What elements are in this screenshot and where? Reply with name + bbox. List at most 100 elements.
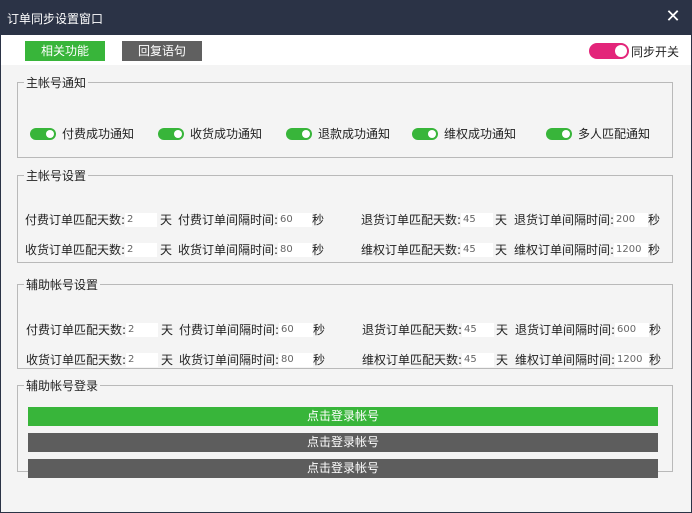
field-input[interactable]: 2 — [125, 213, 158, 227]
field-label: 付费订单匹配天数: — [26, 323, 127, 337]
field-input[interactable]: 1200 — [614, 243, 649, 257]
notify-item-paid: 付费成功通知 — [30, 125, 134, 142]
field-unit: 天 — [495, 213, 508, 227]
field-label: 退货订单匹配天数: — [362, 323, 463, 337]
field-unit: 秒 — [648, 213, 661, 227]
main-notify-legend: 主帐号通知 — [26, 76, 87, 90]
login-button-3[interactable]: 点击登录帐号 — [28, 459, 658, 478]
sync-switch-group: 同步开关 — [588, 42, 679, 60]
setting-field: 退货订单间隔时间: 600 秒 — [515, 322, 661, 338]
tab-bar: 相关功能 回复语句 同步开关 — [1, 35, 691, 65]
setting-field: 退货订单匹配天数: 45 天 — [361, 212, 507, 228]
aux-settings-row-2: 收货订单匹配天数: 2 天 收货订单间隔时间: 80 秒 维权订单匹配天数: 4… — [18, 352, 672, 368]
field-input[interactable]: 2 — [125, 243, 158, 257]
aux-settings-group: 辅助帐号设置 付费订单匹配天数: 2 天 付费订单间隔时间: 60 秒 退货订单… — [17, 276, 673, 369]
setting-field: 付费订单匹配天数: 2 天 — [26, 322, 173, 338]
field-unit: 天 — [160, 213, 173, 227]
setting-field: 收货订单匹配天数: 2 天 — [25, 242, 172, 258]
notify-label-received: 收货成功通知 — [190, 127, 263, 141]
aux-login-group: 辅助帐号登录 点击登录帐号 点击登录帐号 点击登录帐号 — [17, 377, 673, 478]
field-input[interactable]: 60 — [279, 323, 314, 337]
main-settings-legend: 主帐号设置 — [26, 169, 87, 183]
notify-item-dispute: 维权成功通知 — [412, 125, 516, 142]
field-input[interactable]: 1200 — [615, 353, 650, 367]
toggle-knob — [614, 45, 627, 57]
field-label: 收货订单匹配天数: — [25, 243, 126, 257]
notify-label-refund: 退款成功通知 — [318, 127, 391, 141]
notify-toggle-dispute[interactable] — [412, 127, 438, 140]
window-title: 订单同步设置窗口 — [7, 12, 104, 26]
field-input[interactable]: 80 — [278, 243, 313, 257]
tab-reply-phrases[interactable]: 回复语句 — [122, 41, 202, 61]
settings-window: 订单同步设置窗口 ✕ 相关功能 回复语句 同步开关 主帐号通知 付费成功通知 收… — [0, 0, 692, 513]
field-input[interactable]: 45 — [461, 213, 494, 227]
field-label: 退货订单间隔时间: — [514, 213, 615, 227]
field-unit: 秒 — [649, 353, 662, 367]
setting-field: 付费订单匹配天数: 2 天 — [25, 212, 172, 228]
field-unit: 秒 — [313, 353, 326, 367]
title-bar[interactable]: 订单同步设置窗口 ✕ — [1, 1, 691, 35]
main-settings-group: 主帐号设置 付费订单匹配天数: 2 天 付费订单间隔时间: 60 秒 退货订单匹… — [17, 167, 673, 263]
setting-field: 收货订单间隔时间: 80 秒 — [178, 242, 324, 258]
field-label: 付费订单间隔时间: — [178, 213, 279, 227]
setting-field: 维权订单匹配天数: 45 天 — [362, 352, 508, 368]
field-input[interactable]: 45 — [461, 243, 494, 257]
field-input[interactable]: 80 — [279, 353, 314, 367]
field-input[interactable]: 2 — [126, 323, 159, 337]
setting-field: 付费订单间隔时间: 60 秒 — [179, 322, 325, 338]
sync-toggle-label: 同步开关 — [630, 44, 679, 59]
toggle-knob — [428, 129, 436, 138]
toggle-knob — [46, 129, 54, 138]
field-unit: 秒 — [313, 323, 326, 337]
field-unit: 天 — [495, 243, 508, 257]
field-label: 维权订单间隔时间: — [515, 353, 616, 367]
login-button-2[interactable]: 点击登录帐号 — [28, 433, 658, 452]
notify-label-multi-match: 多人匹配通知 — [578, 127, 651, 141]
notify-toggle-multi-match[interactable] — [546, 127, 572, 140]
login-button-1[interactable]: 点击登录帐号 — [28, 407, 658, 426]
notify-toggle-refund[interactable] — [286, 127, 312, 140]
field-unit: 秒 — [312, 213, 325, 227]
notify-label-paid: 付费成功通知 — [62, 127, 135, 141]
notify-item-refund: 退款成功通知 — [286, 125, 390, 142]
field-unit: 天 — [496, 323, 509, 337]
field-label: 收货订单匹配天数: — [26, 353, 127, 367]
close-icon[interactable]: ✕ — [663, 7, 683, 27]
field-unit: 秒 — [312, 243, 325, 257]
setting-field: 维权订单匹配天数: 45 天 — [361, 242, 507, 258]
main-settings-row-2: 收货订单匹配天数: 2 天 收货订单间隔时间: 80 秒 维权订单匹配天数: 4… — [18, 242, 672, 258]
notify-label-dispute: 维权成功通知 — [444, 127, 517, 141]
tab-related-functions[interactable]: 相关功能 — [25, 41, 105, 61]
sync-toggle[interactable] — [588, 43, 629, 59]
field-unit: 天 — [161, 323, 174, 337]
field-input[interactable]: 45 — [462, 353, 495, 367]
notify-item-multi-match: 多人匹配通知 — [546, 125, 650, 142]
field-input[interactable]: 200 — [614, 213, 649, 227]
setting-field: 维权订单间隔时间: 1200 秒 — [514, 242, 660, 258]
field-input[interactable]: 600 — [615, 323, 650, 337]
setting-field: 收货订单间隔时间: 80 秒 — [179, 352, 325, 368]
field-unit: 秒 — [649, 323, 662, 337]
setting-field: 付费订单间隔时间: 60 秒 — [178, 212, 324, 228]
toggle-knob — [174, 129, 182, 138]
setting-field: 退货订单匹配天数: 45 天 — [362, 322, 508, 338]
setting-field: 退货订单间隔时间: 200 秒 — [514, 212, 660, 228]
field-label: 维权订单匹配天数: — [362, 353, 463, 367]
field-label: 退货订单间隔时间: — [515, 323, 616, 337]
field-unit: 天 — [161, 353, 174, 367]
field-label: 收货订单间隔时间: — [179, 353, 280, 367]
main-settings-row-1: 付费订单匹配天数: 2 天 付费订单间隔时间: 60 秒 退货订单匹配天数: 4… — [18, 212, 672, 228]
field-input[interactable]: 60 — [278, 213, 313, 227]
setting-field: 收货订单匹配天数: 2 天 — [26, 352, 173, 368]
field-input[interactable]: 45 — [462, 323, 495, 337]
field-label: 维权订单匹配天数: — [361, 243, 462, 257]
field-label: 付费订单匹配天数: — [25, 213, 126, 227]
notify-toggle-received[interactable] — [158, 127, 184, 140]
field-input[interactable]: 2 — [126, 353, 159, 367]
aux-settings-row-1: 付费订单匹配天数: 2 天 付费订单间隔时间: 60 秒 退货订单匹配天数: 4… — [18, 322, 672, 338]
aux-settings-legend: 辅助帐号设置 — [26, 278, 99, 292]
toggle-knob — [302, 129, 310, 138]
field-label: 付费订单间隔时间: — [179, 323, 280, 337]
notify-item-received: 收货成功通知 — [158, 125, 262, 142]
notify-toggle-paid[interactable] — [30, 127, 56, 140]
